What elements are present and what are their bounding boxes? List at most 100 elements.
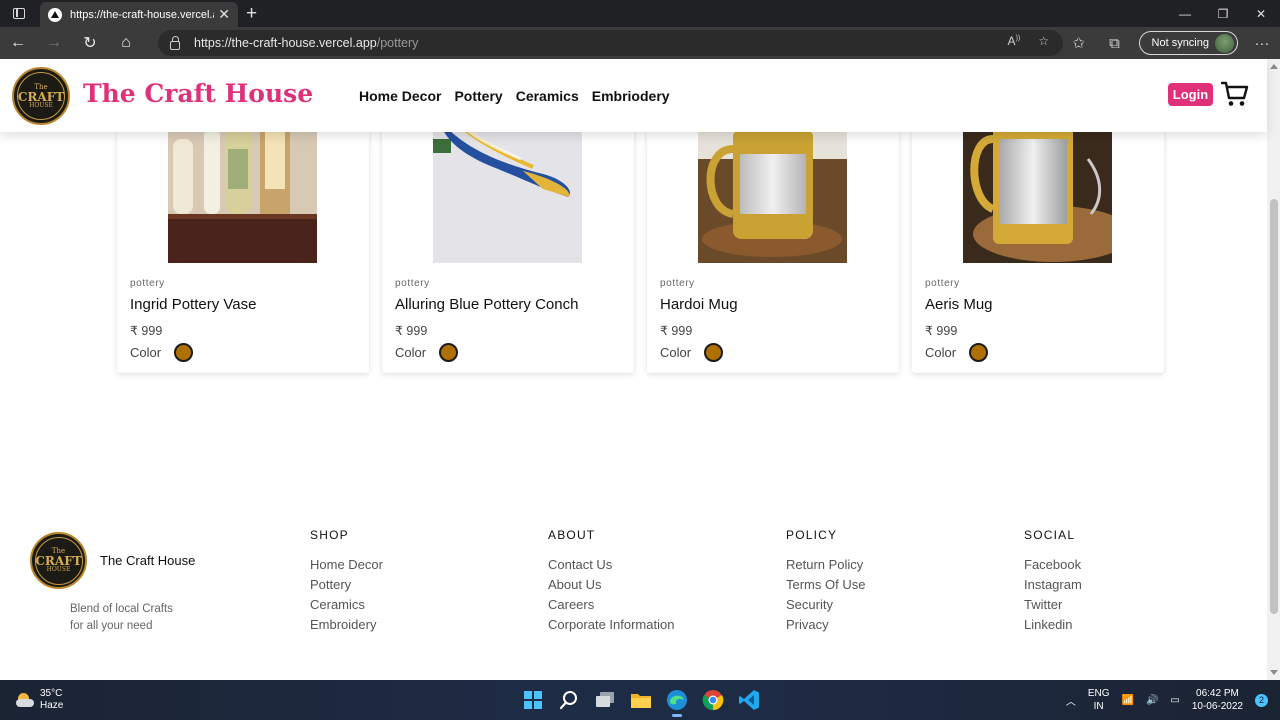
footer-heading: ABOUT xyxy=(548,528,596,542)
cart-icon[interactable] xyxy=(1221,81,1249,108)
clock[interactable]: 06:42 PM 10-06-2022 xyxy=(1192,687,1243,713)
profile-button[interactable]: Not syncing xyxy=(1138,31,1238,55)
footer-link[interactable]: Privacy xyxy=(786,615,865,635)
product-card[interactable]: pottery Ingrid Pottery Vase ₹ 999 Color xyxy=(117,119,369,373)
address-bar[interactable]: https://the-craft-house.vercel.app/potte… xyxy=(158,30,1063,56)
forward-icon[interactable]: → xyxy=(36,27,72,59)
color-label: Color xyxy=(925,345,957,360)
color-swatch[interactable] xyxy=(439,343,459,362)
browser-tab[interactable]: https://the-craft-house.vercel.app/ ✕ xyxy=(40,2,238,27)
folder-icon xyxy=(631,694,651,708)
weather-widget[interactable]: 35°C Haze xyxy=(16,688,63,712)
search-button[interactable] xyxy=(554,685,584,715)
footer-link[interactable]: About Us xyxy=(548,575,674,595)
brand-name[interactable]: The Craft House xyxy=(83,79,313,108)
footer-link[interactable]: Instagram xyxy=(1024,575,1082,595)
product-color: Color xyxy=(395,343,459,362)
login-button[interactable]: Login xyxy=(1168,83,1213,106)
color-swatch[interactable] xyxy=(704,343,724,362)
task-view-button[interactable] xyxy=(590,685,620,715)
notification-badge[interactable]: 2 xyxy=(1255,693,1268,707)
search-icon xyxy=(559,691,577,710)
product-card[interactable]: pottery Aeris Mug ₹ 999 Color xyxy=(912,119,1164,373)
page-viewport: The CRAFT HOUSE The Craft House Home Dec… xyxy=(0,59,1280,680)
product-name[interactable]: Aeris Mug xyxy=(925,296,993,313)
minimize-icon[interactable]: — xyxy=(1166,0,1204,27)
more-options-icon[interactable]: ··· xyxy=(1244,35,1280,52)
edge-icon xyxy=(667,690,687,710)
nav-embroidery[interactable]: Embriodery xyxy=(592,88,670,104)
footer-link[interactable]: Pottery xyxy=(310,575,383,595)
add-favorite-icon[interactable]: ☆ xyxy=(1038,34,1049,48)
favorites-icon[interactable]: ✩ xyxy=(1061,34,1097,52)
edge-button[interactable] xyxy=(662,685,692,717)
product-name[interactable]: Alluring Blue Pottery Conch xyxy=(395,296,578,313)
refresh-icon[interactable]: ↻ xyxy=(72,27,108,59)
product-image[interactable] xyxy=(698,119,847,263)
browser-toolbar: ← → ↻ ⌂ https://the-craft-house.vercel.a… xyxy=(0,27,1280,59)
footer-link[interactable]: Ceramics xyxy=(310,595,383,615)
nav-pottery[interactable]: Pottery xyxy=(454,88,502,104)
close-window-icon[interactable]: ✕ xyxy=(1242,0,1280,27)
footer-link[interactable]: Corporate Information xyxy=(548,615,674,635)
start-button[interactable] xyxy=(518,685,548,715)
footer-link[interactable]: Terms Of Use xyxy=(786,575,865,595)
footer-link[interactable]: Contact Us xyxy=(548,555,674,575)
task-view-icon xyxy=(596,692,614,707)
chrome-icon xyxy=(702,690,724,711)
volume-icon[interactable]: 🔊 xyxy=(1146,695,1158,706)
product-category: pottery xyxy=(660,278,695,289)
footer-link[interactable]: Return Policy xyxy=(786,555,865,575)
product-color: Color xyxy=(660,343,724,362)
footer-link[interactable]: Careers xyxy=(548,595,674,615)
wifi-icon[interactable]: 📶 xyxy=(1121,695,1133,706)
footer-logo[interactable]: The CRAFT HOUSE xyxy=(30,532,87,589)
footer-heading: SHOP xyxy=(310,528,349,542)
nav-ceramics[interactable]: Ceramics xyxy=(516,88,579,104)
battery-icon[interactable]: ▭ xyxy=(1170,695,1179,706)
footer-link[interactable]: Home Decor xyxy=(310,555,383,575)
product-category: pottery xyxy=(925,278,960,289)
back-icon[interactable]: ← xyxy=(0,27,36,59)
site-logo[interactable]: The CRAFT HOUSE xyxy=(12,67,70,125)
restore-icon[interactable]: ❐ xyxy=(1204,0,1242,27)
nav-home-decor[interactable]: Home Decor xyxy=(359,88,441,104)
lock-icon[interactable] xyxy=(170,35,180,50)
product-name[interactable]: Hardoi Mug xyxy=(660,296,738,313)
product-image[interactable] xyxy=(963,119,1112,263)
chevron-up-icon[interactable]: ︿ xyxy=(1066,693,1076,708)
product-category: pottery xyxy=(130,278,165,289)
product-image[interactable] xyxy=(168,119,317,263)
product-card[interactable]: pottery Alluring Blue Pottery Conch ₹ 99… xyxy=(382,119,634,373)
collections-icon[interactable]: ⧉ xyxy=(1097,35,1133,52)
footer-link[interactable]: Facebook xyxy=(1024,555,1082,575)
footer-link[interactable]: Security xyxy=(786,595,865,615)
scroll-up-icon[interactable] xyxy=(1270,64,1278,69)
browser-tabbar: https://the-craft-house.vercel.app/ ✕ + … xyxy=(0,0,1280,27)
chrome-button[interactable] xyxy=(698,685,728,715)
home-icon[interactable]: ⌂ xyxy=(108,27,144,59)
read-aloud-icon[interactable]: A)) xyxy=(1008,34,1021,48)
color-label: Color xyxy=(130,345,162,360)
language-indicator[interactable]: ENG IN xyxy=(1088,687,1110,713)
scroll-thumb[interactable] xyxy=(1270,199,1278,614)
color-swatch[interactable] xyxy=(969,343,989,362)
color-label: Color xyxy=(660,345,692,360)
close-tab-icon[interactable]: ✕ xyxy=(218,6,230,23)
product-card[interactable]: pottery Hardoi Mug ₹ 999 Color xyxy=(647,119,899,373)
footer-heading: SOCIAL xyxy=(1024,528,1076,542)
file-explorer-button[interactable] xyxy=(626,685,656,715)
page-scrollbar[interactable] xyxy=(1267,59,1280,680)
footer-column-shop: SHOP Home Decor Pottery Ceramics Embroid… xyxy=(310,528,383,635)
scroll-down-icon[interactable] xyxy=(1270,670,1278,675)
footer-link[interactable]: Embroidery xyxy=(310,615,383,635)
product-image[interactable] xyxy=(433,119,582,263)
product-category: pottery xyxy=(395,278,430,289)
footer-link[interactable]: Linkedin xyxy=(1024,615,1082,635)
footer-link[interactable]: Twitter xyxy=(1024,595,1082,615)
vscode-button[interactable] xyxy=(734,685,764,715)
tab-actions-button[interactable] xyxy=(0,0,38,27)
new-tab-icon[interactable]: + xyxy=(246,3,257,25)
product-name[interactable]: Ingrid Pottery Vase xyxy=(130,296,256,313)
color-swatch[interactable] xyxy=(174,343,194,362)
